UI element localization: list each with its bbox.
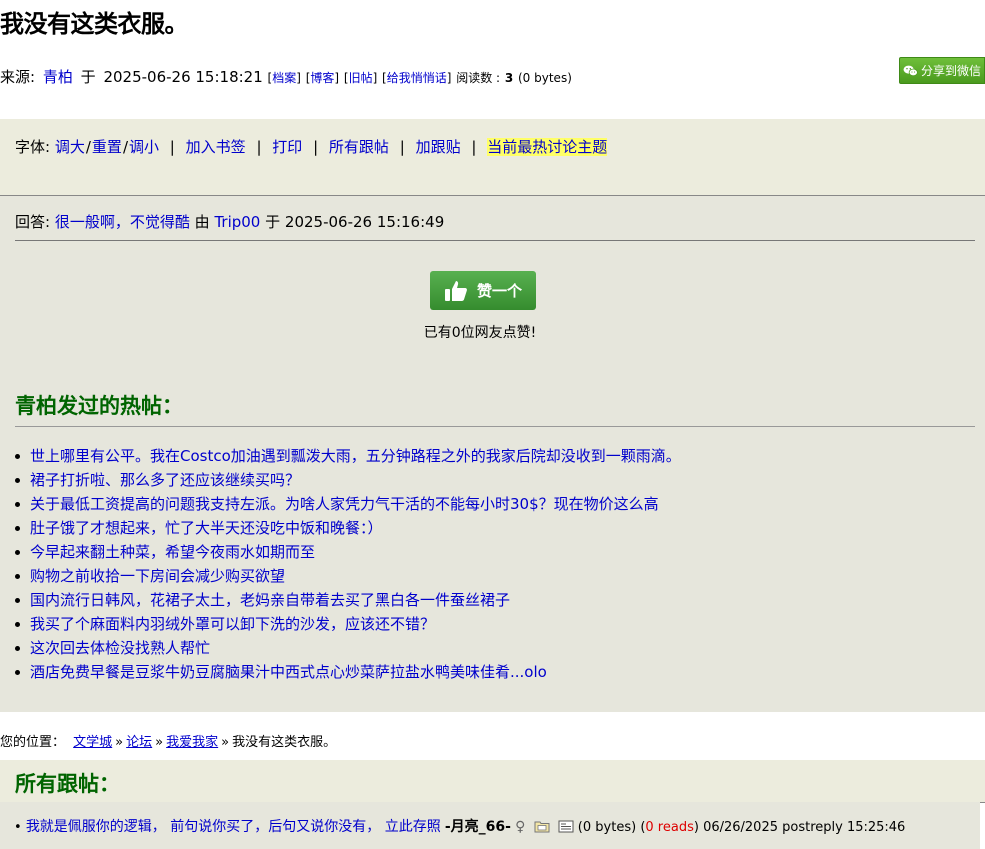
hot-posts-title: 青柏发过的热帖：	[15, 394, 183, 418]
female-icon: ♀	[515, 819, 526, 835]
list-item: 今早起来翻土种菜，希望今夜雨水如期而至	[15, 540, 681, 564]
print-link[interactable]: 打印	[272, 138, 302, 156]
hot-post-link[interactable]: 国内流行日韩风，花裙子太土，老妈亲自带着去买了黑白各一件蚕丝裙子	[30, 591, 510, 609]
breadcrumb-item[interactable]: 我爱我家	[166, 735, 218, 750]
message-icon[interactable]	[558, 820, 574, 833]
reply-datetime: 2025-06-26 15:16:49	[284, 213, 445, 231]
hot-post-link[interactable]: 酒店免费早餐是豆浆牛奶豆腐脑果汁中西式点心炒菜萨拉盐水鸭美味佳肴...olo	[30, 663, 547, 681]
hot-post-link[interactable]: 我买了个麻面料内羽绒外罩可以卸下洗的沙发，应该还不错？	[30, 615, 435, 633]
hottest-topics-link[interactable]: 当前最热讨论主题	[487, 138, 608, 156]
wechat-icon	[903, 65, 918, 76]
followup-subject-link[interactable]: 我就是佩服你的逻辑， 前句说你买了，后句又说你没有， 立此存照	[26, 819, 441, 835]
list-item: 这次回去体检没找熟人帮忙	[15, 636, 681, 660]
hot-post-link[interactable]: 关于最低工资提高的问题我支持左派。为啥人家凭力气干活的不能每小时30$？现在物价…	[30, 495, 659, 513]
share-wechat-button[interactable]: 分享到微信	[899, 57, 985, 84]
divider	[15, 426, 975, 427]
source-label: 来源:	[0, 68, 36, 86]
old-posts-link[interactable]: 旧帖	[349, 71, 373, 85]
font-label: 字体:	[15, 138, 51, 156]
like-count: 已有0位网友点赞!	[423, 325, 537, 341]
post-size: (0 bytes)	[518, 71, 572, 85]
followup-author: -月亮_66-	[444, 819, 511, 835]
reply-subject-link[interactable]: 很一般啊，不觉得酷	[55, 213, 190, 231]
font-smaller-link[interactable]: 调小	[129, 138, 159, 156]
reply-info: 回答: 很一般啊，不觉得酷 由 Trip00 于 2025-06-26 15:1…	[15, 211, 444, 232]
folder-icon[interactable]	[534, 820, 550, 833]
profile-link[interactable]: 档案	[272, 71, 296, 85]
thumbs-up-icon	[445, 280, 467, 301]
at-word: 于	[80, 68, 96, 86]
breadcrumb-item[interactable]: 文学城	[73, 735, 112, 750]
hot-posts-list: 世上哪里有公平。我在Costco加油遇到瓢泼大雨，五分钟路程之外的我家后院却没收…	[15, 444, 681, 684]
post-datetime: 2025-06-26 15:18:21	[103, 68, 263, 86]
list-item: 国内流行日韩风，花裙子太土，老妈亲自带着去买了黑白各一件蚕丝裙子	[15, 588, 681, 612]
bullet: •	[14, 820, 22, 835]
reply-author-link[interactable]: Trip00	[214, 213, 260, 231]
hot-post-link[interactable]: 世上哪里有公平。我在Costco加油遇到瓢泼大雨，五分钟路程之外的我家后院却没收…	[30, 447, 681, 465]
like-label: 赞一个	[477, 282, 523, 300]
list-item: 购物之前收拾一下房间会减少购买欲望	[15, 564, 681, 588]
at-word: 于	[265, 213, 281, 231]
list-item: 裙子打折啦、那么多了还应该继续买吗？	[15, 468, 681, 492]
by-word: 由	[194, 213, 210, 231]
toolbar-panel: 字体: 调大/重置/调小 | 加入书签 | 打印 | 所有跟帖 | 加跟贴 | …	[0, 119, 985, 196]
add-followup-link[interactable]: 加跟贴	[416, 138, 461, 156]
font-bigger-link[interactable]: 调大	[55, 138, 85, 156]
like-button[interactable]: 赞一个	[430, 271, 536, 310]
followup-size: (0 bytes)	[577, 820, 637, 835]
blog-link[interactable]: 博客	[310, 71, 334, 85]
reads-label: 阅读数 :	[456, 71, 501, 85]
breadcrumb-current: 我没有这类衣服。	[232, 735, 337, 750]
breadcrumb-item[interactable]: 论坛	[126, 735, 152, 750]
followups-header: 所有跟帖：	[0, 760, 985, 803]
private-message-link[interactable]: 给我悄悄话	[387, 71, 447, 85]
breadcrumb-label: 您的位置：	[0, 735, 66, 750]
list-item: 关于最低工资提高的问题我支持左派。为啥人家凭力气干活的不能每小时30$？现在物价…	[15, 492, 681, 516]
post-meta: 来源: 青柏 于 2025-06-26 15:18:21 [档案] [博客] […	[0, 68, 572, 86]
all-followups-link[interactable]: 所有跟帖	[329, 138, 389, 156]
followup-item: • 我就是佩服你的逻辑， 前句说你买了，后句又说你没有， 立此存照 -月亮_66…	[14, 819, 906, 835]
reply-panel: 回答: 很一般啊，不觉得酷 由 Trip00 于 2025-06-26 15:1…	[0, 196, 985, 712]
hot-post-link[interactable]: 裙子打折啦、那么多了还应该继续买吗？	[30, 471, 300, 489]
hot-post-link[interactable]: 今早起来翻土种菜，希望今夜雨水如期而至	[30, 543, 315, 561]
post-title: 我没有这类衣服。	[0, 10, 189, 38]
share-label: 分享到微信	[920, 64, 981, 78]
toolbar: 字体: 调大/重置/调小 | 加入书签 | 打印 | 所有跟帖 | 加跟贴 | …	[15, 138, 608, 156]
bookmark-link[interactable]: 加入书签	[186, 138, 246, 156]
followup-row: • 我就是佩服你的逻辑， 前句说你买了，后句又说你没有， 立此存照 -月亮_66…	[0, 802, 980, 849]
divider	[15, 240, 975, 241]
hot-post-link[interactable]: 肚子饿了才想起来，忙了大半天还没吃中饭和晚餐：）	[30, 519, 383, 537]
breadcrumb: 您的位置： 文学城» 论坛» 我爱我家» 我没有这类衣服。	[0, 735, 337, 750]
hot-post-link[interactable]: 购物之前收拾一下房间会减少购买欲望	[30, 567, 285, 585]
reply-label: 回答:	[15, 213, 51, 231]
author-link[interactable]: 青柏	[43, 68, 73, 86]
followups-title: 所有跟帖：	[15, 772, 120, 796]
followup-datetime: 06/26/2025 postreply 15:25:46	[703, 820, 906, 835]
hot-post-link[interactable]: 这次回去体检没找熟人帮忙	[30, 639, 210, 657]
list-item: 酒店免费早餐是豆浆牛奶豆腐脑果汁中西式点心炒菜萨拉盐水鸭美味佳肴...olo	[15, 660, 681, 684]
followup-reads: 0 reads	[645, 820, 694, 835]
list-item: 肚子饿了才想起来，忙了大半天还没吃中饭和晚餐：）	[15, 516, 681, 540]
list-item: 世上哪里有公平。我在Costco加油遇到瓢泼大雨，五分钟路程之外的我家后院却没收…	[15, 444, 681, 468]
list-item: 我买了个麻面料内羽绒外罩可以卸下洗的沙发，应该还不错？	[15, 612, 681, 636]
reads-count: 3	[504, 71, 514, 85]
font-reset-link[interactable]: 重置	[92, 138, 122, 156]
